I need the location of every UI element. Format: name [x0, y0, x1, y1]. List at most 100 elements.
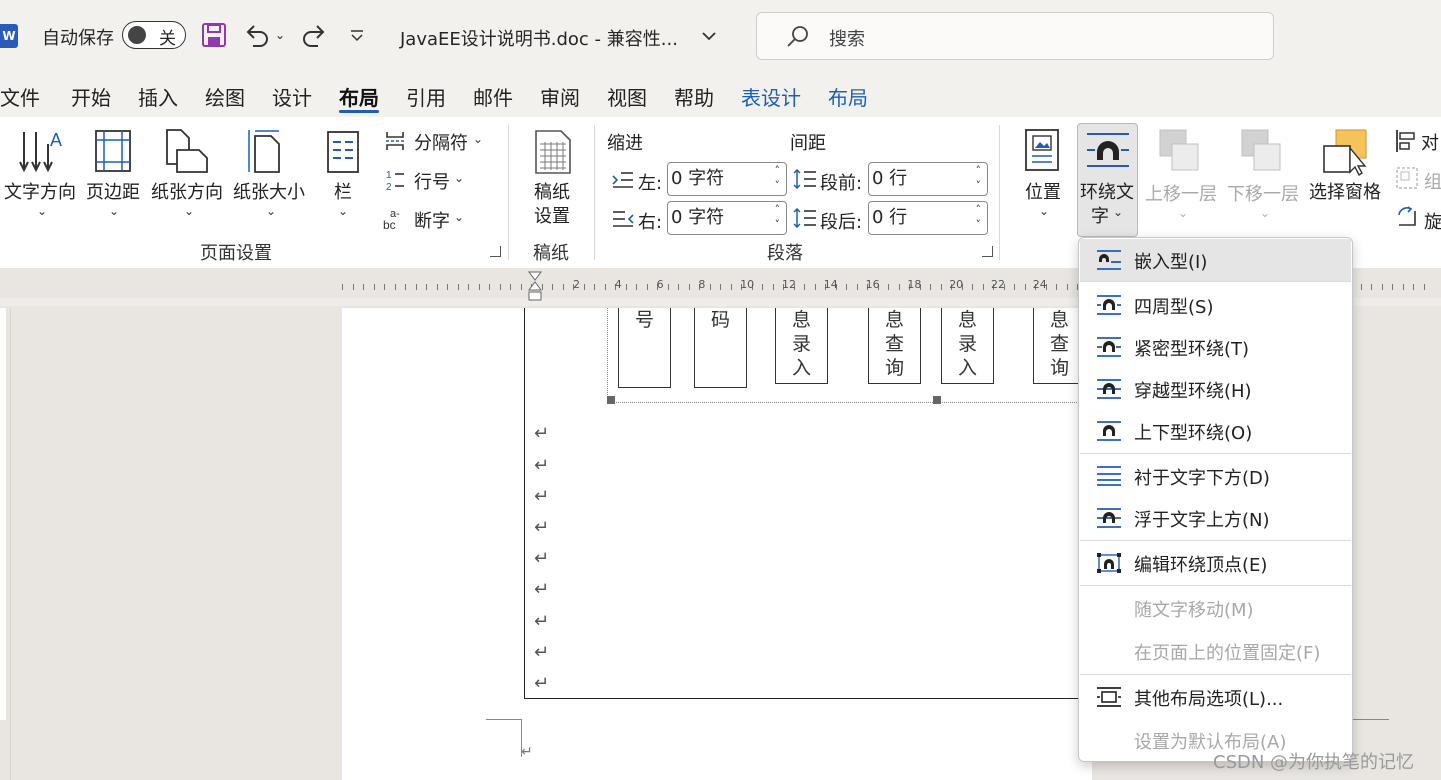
chevron-down-icon[interactable]: ⌄ [454, 210, 464, 224]
autosave-toggle[interactable]: 关 [122, 21, 186, 49]
tab-review[interactable]: 审阅 [540, 82, 580, 111]
indent-left-input[interactable]: 0 字符 ˄ ˅ [667, 162, 787, 196]
tab-design[interactable]: 设计 [272, 82, 312, 111]
rotate-label[interactable]: 旋 [1424, 208, 1441, 234]
menu-item-inline[interactable]: 嵌入型(I) [1080, 239, 1351, 281]
selection-pane-label[interactable]: 选择窗格 [1309, 178, 1381, 204]
indent-marker-icon[interactable] [526, 270, 544, 306]
chevron-down-icon[interactable]: ⌄ [266, 204, 276, 218]
paragraph-launcher-icon[interactable] [982, 246, 993, 257]
line-numbers-label[interactable]: 行号 [414, 168, 450, 194]
menu-item-square[interactable]: 四周型(S) [1080, 284, 1351, 326]
flow-box-1[interactable]: 号 [618, 308, 671, 388]
columns-icon[interactable] [326, 130, 360, 174]
tab-insert[interactable]: 插入 [138, 82, 178, 111]
flow-box-4[interactable]: 息查询 [868, 308, 921, 384]
breaks-icon[interactable] [384, 130, 406, 152]
paper-size-icon[interactable] [245, 128, 285, 174]
tab-draw[interactable]: 绘图 [205, 82, 245, 111]
chevron-down-icon[interactable]: ⌄ [37, 204, 47, 218]
chevron-down-icon[interactable]: ⌄ [454, 171, 464, 185]
columns-label[interactable]: 栏 [334, 178, 352, 204]
tab-table-layout[interactable]: 布局 [828, 82, 868, 111]
tab-references[interactable]: 引用 [406, 82, 446, 111]
undo-icon[interactable] [243, 22, 271, 50]
hyphenation-icon[interactable]: a- bc [382, 206, 408, 232]
active-tab-indicator [339, 110, 379, 113]
manuscript-label-1[interactable]: 稿纸 [534, 178, 570, 204]
redo-icon[interactable] [300, 22, 328, 50]
page-setup-launcher-icon[interactable] [490, 246, 501, 257]
document-title[interactable]: JavaEE设计说明书.doc - 兼容性... [400, 25, 678, 51]
bring-forward-label[interactable]: 上移一层 [1145, 180, 1217, 206]
hyphenation-label[interactable]: 断字 [414, 207, 450, 233]
send-backward-label[interactable]: 下移一层 [1227, 180, 1299, 206]
chevron-down-icon[interactable]: ⌄ [338, 204, 348, 218]
group-icon[interactable] [1395, 166, 1419, 190]
menu-item-behind-text[interactable]: 衬于文字下方(D) [1080, 455, 1351, 497]
text-direction-icon[interactable]: A [18, 128, 64, 174]
menu-item-fix-position[interactable]: 在页面上的位置固定(F) [1080, 630, 1351, 672]
bring-forward-icon[interactable] [1158, 128, 1202, 174]
menu-item-tight[interactable]: 紧密型环绕(T) [1080, 326, 1351, 368]
resize-handle[interactable] [933, 396, 941, 404]
tab-mailings[interactable]: 邮件 [473, 82, 513, 111]
indent-right-input[interactable]: 0 字符 ˄ ˅ [667, 201, 787, 235]
orientation-label[interactable]: 纸张方向 [151, 178, 223, 204]
selection-pane-icon[interactable] [1322, 128, 1370, 176]
spacing-after-input[interactable]: 0 行 ˄ ˅ [868, 201, 988, 235]
menu-item-edit-wrap-points[interactable]: 编辑环绕顶点(E) [1080, 542, 1351, 584]
flow-box-3[interactable]: 息录入 [775, 308, 828, 384]
tab-table-design[interactable]: 表设计 [741, 82, 801, 111]
position-label[interactable]: 位置 [1025, 178, 1061, 204]
menu-item-in-front-text[interactable]: 浮于文字上方(N) [1080, 497, 1351, 539]
margins-label[interactable]: 页边距 [86, 178, 140, 204]
menu-item-more-layout-options[interactable]: 其他布局选项(L)... [1080, 676, 1351, 718]
tab-home[interactable]: 开始 [71, 82, 111, 111]
send-backward-icon[interactable] [1240, 128, 1284, 174]
menu-item-through[interactable]: 穿越型环绕(H) [1080, 368, 1351, 410]
tab-layout[interactable]: 布局 [339, 82, 379, 111]
group-label[interactable]: 组 [1424, 168, 1441, 194]
spin-arrows-icon[interactable]: ˄ ˅ [775, 163, 781, 193]
search-box[interactable]: 搜索 [756, 12, 1274, 60]
chevron-down-icon[interactable]: ⌄ [1260, 206, 1270, 220]
chevron-down-icon[interactable]: ⌄ [1039, 204, 1049, 218]
margins-icon[interactable] [93, 128, 133, 174]
spin-arrows-icon[interactable]: ˄ ˅ [976, 202, 982, 232]
drawing-canvas-frame[interactable] [607, 308, 1087, 403]
title-chevron-down-icon[interactable] [700, 28, 718, 44]
menu-item-move-with-text[interactable]: 随文字移动(M) [1080, 587, 1351, 629]
paragraph-mark: ↵ [534, 579, 550, 600]
position-icon[interactable] [1024, 128, 1062, 174]
ruler-tick [552, 284, 553, 290]
chevron-down-icon[interactable]: ⌄ [473, 132, 483, 146]
resize-handle[interactable] [607, 396, 615, 404]
tab-help[interactable]: 帮助 [674, 82, 714, 111]
manuscript-icon[interactable] [533, 128, 573, 176]
tab-view[interactable]: 视图 [607, 82, 647, 111]
spacing-before-input[interactable]: 0 行 ˄ ˅ [868, 162, 988, 196]
customize-toolbar-icon[interactable] [348, 28, 366, 44]
paper-size-label[interactable]: 纸张大小 [233, 178, 305, 204]
align-label[interactable]: 对 [1421, 129, 1439, 155]
spin-arrows-icon[interactable]: ˄ ˅ [775, 202, 781, 232]
orientation-icon[interactable] [163, 128, 211, 174]
spin-arrows-icon[interactable]: ˄ ˅ [976, 163, 982, 193]
align-icon[interactable] [1395, 128, 1417, 154]
rotate-icon[interactable] [1395, 205, 1419, 229]
chevron-down-icon[interactable]: ⌄ [184, 204, 194, 218]
flow-box-5[interactable]: 息录入 [941, 308, 994, 384]
text-direction-label[interactable]: 文字方向 [4, 178, 76, 204]
save-icon[interactable] [201, 22, 227, 48]
line-numbers-icon[interactable]: 1 2 [384, 168, 406, 192]
chevron-down-icon[interactable]: ⌄ [1178, 206, 1188, 220]
menu-item-top-bottom[interactable]: 上下型环绕(O) [1080, 410, 1351, 452]
spacing-before-label: 段前: [820, 173, 863, 194]
undo-dropdown-icon[interactable]: ⌄ [275, 28, 285, 42]
tab-file[interactable]: 文件 [0, 82, 40, 111]
flow-box-2[interactable]: 码 [694, 308, 747, 388]
chevron-down-icon[interactable]: ⌄ [109, 204, 119, 218]
manuscript-label-2[interactable]: 设置 [534, 202, 570, 228]
breaks-label[interactable]: 分隔符 [414, 129, 468, 155]
